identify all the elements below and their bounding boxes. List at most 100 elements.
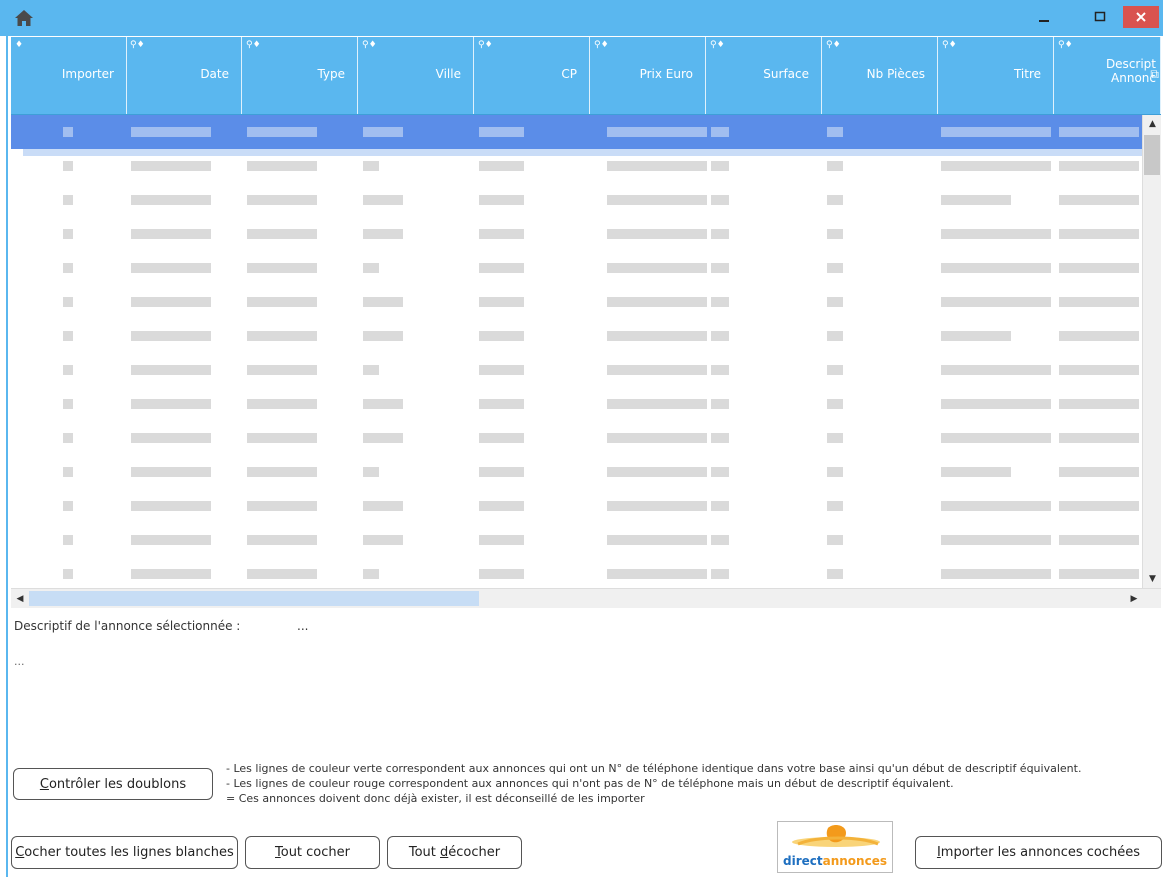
cell-blurred bbox=[941, 569, 1051, 579]
row-checkbox[interactable] bbox=[63, 501, 73, 511]
sort-filter-icon[interactable]: ⚲♦ bbox=[1058, 40, 1073, 50]
sort-filter-icon[interactable]: ⚲♦ bbox=[942, 40, 957, 50]
button-label: Tout cocher bbox=[275, 845, 350, 860]
cell-blurred bbox=[827, 399, 843, 409]
column-header-5[interactable]: ⚲♦ CP bbox=[474, 37, 590, 114]
row-checkbox[interactable] bbox=[63, 195, 73, 205]
cell-blurred bbox=[1059, 399, 1139, 409]
column-label: Surface bbox=[763, 67, 809, 81]
scroll-down-icon[interactable]: ▼ bbox=[1143, 570, 1161, 588]
cell-blurred bbox=[941, 331, 1011, 341]
copy-icon[interactable]: ⧉ bbox=[1150, 67, 1159, 82]
tout-decocher-button[interactable]: Tout décocher bbox=[387, 836, 522, 869]
cell-blurred bbox=[1059, 161, 1139, 171]
cell-blurred bbox=[1059, 467, 1139, 477]
cell-blurred bbox=[247, 569, 317, 579]
scroll-left-icon[interactable]: ◀ bbox=[11, 589, 29, 608]
cell-blurred bbox=[711, 195, 729, 205]
table-row[interactable] bbox=[11, 353, 1142, 387]
column-header-6[interactable]: ⚲♦ Prix Euro bbox=[590, 37, 706, 114]
column-header-4[interactable]: ⚲♦ Ville bbox=[358, 37, 474, 114]
column-header-1[interactable]: ♦ Importer bbox=[11, 37, 127, 114]
table-row[interactable] bbox=[11, 387, 1142, 421]
close-button[interactable] bbox=[1123, 6, 1159, 28]
row-checkbox[interactable] bbox=[63, 467, 73, 477]
table-row[interactable] bbox=[11, 489, 1142, 523]
row-checkbox[interactable] bbox=[63, 331, 73, 341]
vertical-scroll-thumb[interactable] bbox=[1144, 135, 1160, 175]
column-label: Prix Euro bbox=[639, 67, 693, 81]
table-row[interactable] bbox=[11, 455, 1142, 489]
cell-blurred bbox=[711, 229, 729, 239]
title-bar bbox=[0, 0, 1163, 36]
cell-blurred bbox=[1059, 331, 1139, 341]
horizontal-scrollbar[interactable]: ◀ ▶ bbox=[11, 588, 1161, 608]
cell-blurred bbox=[131, 433, 211, 443]
annonces-grid[interactable]: ♦ Importer ⚲♦ Date ⚲♦ Type ⚲♦ Ville ⚲♦ CP ⚲♦ Prix E… bbox=[11, 37, 1161, 608]
cell-blurred bbox=[131, 195, 211, 205]
column-label: CP bbox=[561, 67, 577, 81]
table-row[interactable] bbox=[11, 251, 1142, 285]
sort-filter-icon[interactable]: ⚲♦ bbox=[130, 40, 145, 50]
cell-blurred bbox=[247, 535, 317, 545]
table-row[interactable] bbox=[11, 285, 1142, 319]
column-header-8[interactable]: ⚲♦ Nb Pièces bbox=[822, 37, 938, 114]
sort-filter-icon[interactable]: ♦ bbox=[15, 40, 23, 50]
cell-blurred bbox=[711, 263, 729, 273]
row-checkbox[interactable] bbox=[63, 365, 73, 375]
sort-filter-icon[interactable]: ⚲♦ bbox=[710, 40, 725, 50]
column-label: Titre bbox=[1013, 67, 1041, 81]
grid-body[interactable] bbox=[11, 115, 1142, 588]
scroll-right-icon[interactable]: ▶ bbox=[1125, 589, 1143, 608]
minimize-button[interactable] bbox=[1030, 6, 1058, 28]
cell-blurred bbox=[363, 195, 403, 205]
column-header-7[interactable]: ⚲♦ Surface bbox=[706, 37, 822, 114]
table-row[interactable] bbox=[11, 523, 1142, 557]
home-icon[interactable] bbox=[14, 9, 34, 27]
column-label: Type bbox=[317, 67, 345, 81]
cell-blurred bbox=[827, 365, 843, 375]
table-row[interactable] bbox=[11, 183, 1142, 217]
cell-blurred bbox=[941, 229, 1051, 239]
maximize-button[interactable] bbox=[1086, 6, 1114, 28]
table-row[interactable] bbox=[11, 115, 1142, 149]
sort-filter-icon[interactable]: ⚲♦ bbox=[362, 40, 377, 50]
row-checkbox[interactable] bbox=[63, 127, 73, 137]
row-checkbox[interactable] bbox=[63, 535, 73, 545]
row-checkbox[interactable] bbox=[63, 161, 73, 171]
row-checkbox[interactable] bbox=[63, 399, 73, 409]
row-checkbox[interactable] bbox=[63, 229, 73, 239]
column-header-3[interactable]: ⚲♦ Type bbox=[242, 37, 358, 114]
table-row[interactable] bbox=[11, 421, 1142, 455]
scroll-up-icon[interactable]: ▲ bbox=[1143, 115, 1161, 133]
row-checkbox[interactable] bbox=[63, 433, 73, 443]
cell-blurred bbox=[827, 195, 843, 205]
cocher-lignes-blanches-button[interactable]: Cocher toutes les lignes blanches bbox=[11, 836, 238, 869]
cell-blurred bbox=[607, 467, 707, 477]
sort-filter-icon[interactable]: ⚲♦ bbox=[594, 40, 609, 50]
cell-blurred bbox=[479, 433, 524, 443]
table-row[interactable] bbox=[11, 149, 1142, 183]
row-checkbox[interactable] bbox=[63, 263, 73, 273]
sort-filter-icon[interactable]: ⚲♦ bbox=[478, 40, 493, 50]
table-row[interactable] bbox=[11, 319, 1142, 353]
cell-blurred bbox=[827, 229, 843, 239]
column-header-2[interactable]: ⚲♦ Date bbox=[126, 37, 242, 114]
cell-blurred bbox=[363, 331, 403, 341]
column-header-10[interactable]: ⚲♦ Descript Annonc bbox=[1054, 37, 1161, 114]
controler-doublons-button[interactable]: Contrôler les doublons bbox=[13, 768, 213, 800]
sort-filter-icon[interactable]: ⚲♦ bbox=[826, 40, 841, 50]
vertical-scrollbar[interactable]: ▲ ▼ bbox=[1142, 115, 1161, 588]
table-row[interactable] bbox=[11, 557, 1142, 588]
row-checkbox[interactable] bbox=[63, 297, 73, 307]
column-header-9[interactable]: ⚲♦ Titre bbox=[938, 37, 1054, 114]
importer-annonces-button[interactable]: Importer les annonces cochées bbox=[915, 836, 1162, 869]
cell-blurred bbox=[479, 467, 524, 477]
horizontal-scroll-thumb[interactable] bbox=[29, 591, 479, 606]
row-checkbox[interactable] bbox=[63, 569, 73, 579]
tout-cocher-button[interactable]: Tout cocher bbox=[245, 836, 380, 869]
cell-blurred bbox=[363, 263, 379, 273]
table-row[interactable] bbox=[11, 217, 1142, 251]
sort-filter-icon[interactable]: ⚲♦ bbox=[246, 40, 261, 50]
cell-blurred bbox=[941, 433, 1051, 443]
